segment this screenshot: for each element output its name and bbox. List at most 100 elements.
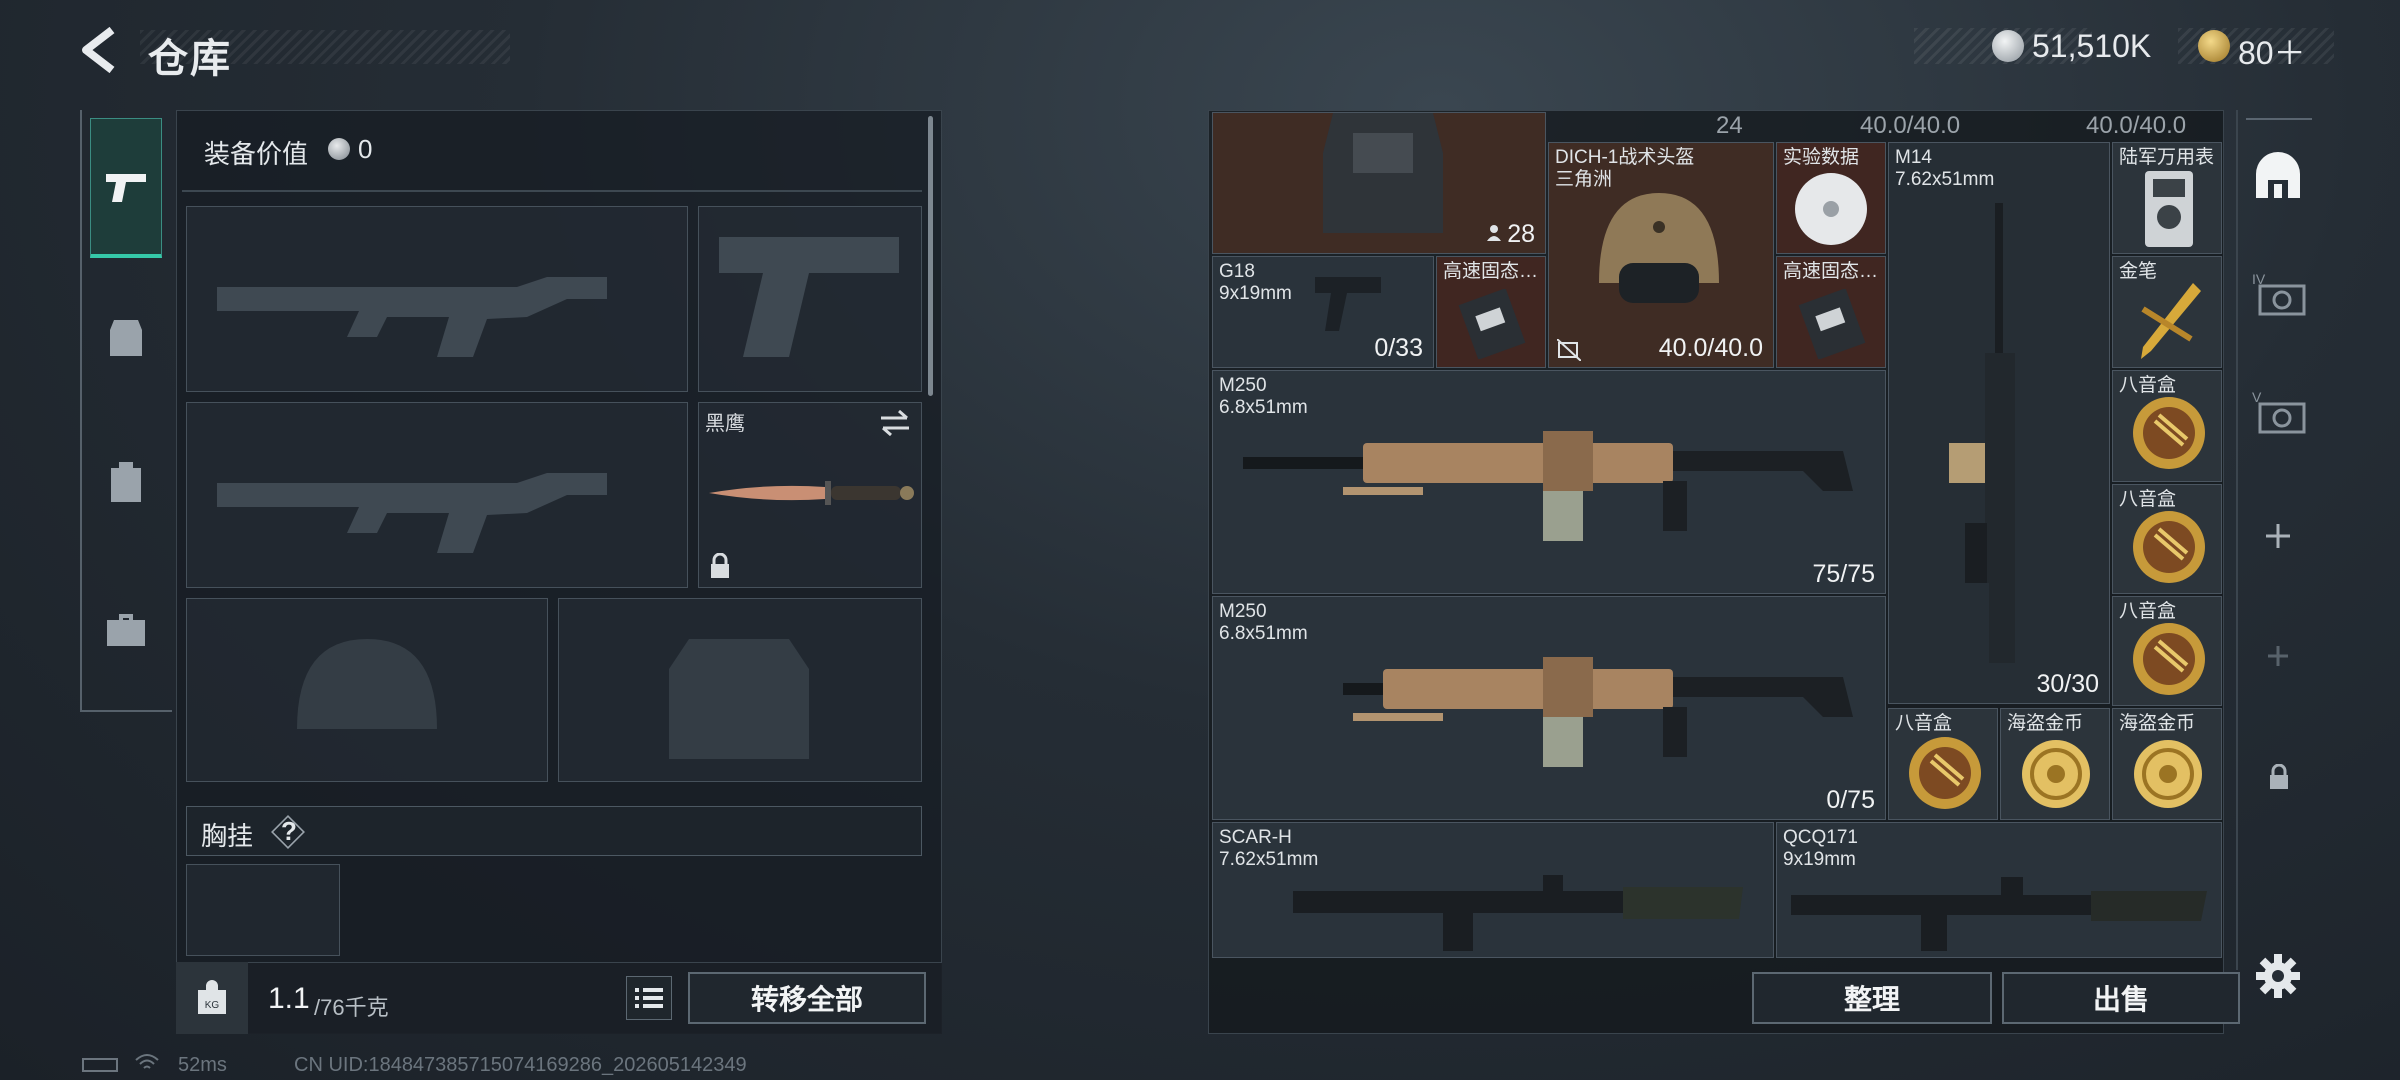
vest-silhouette-icon bbox=[669, 639, 809, 759]
settings-button[interactable] bbox=[2256, 954, 2300, 998]
item-name: 高速固态… bbox=[1783, 261, 1879, 282]
stash-item-golden-pen[interactable]: 金笔 bbox=[2112, 256, 2222, 368]
disc-icon bbox=[1795, 173, 1867, 245]
melee-slot[interactable]: 黑鹰 bbox=[698, 402, 922, 588]
svg-text:KG: KG bbox=[205, 1000, 220, 1011]
primary-weapon-slot-2[interactable] bbox=[186, 402, 688, 588]
help-icon[interactable]: ? bbox=[281, 816, 297, 847]
ping-text: 52ms bbox=[178, 1054, 227, 1076]
chest-rig-slot[interactable] bbox=[186, 864, 340, 956]
safe-icon bbox=[2256, 152, 2300, 198]
pen-icon bbox=[2141, 283, 2201, 359]
battery-icon bbox=[82, 1058, 118, 1072]
scar-rifle-icon bbox=[1293, 875, 1743, 951]
helmet-icon bbox=[1599, 193, 1719, 303]
m250-gun-icon bbox=[1243, 431, 1853, 541]
uid-text: CN UID:184847385715074169286_20260514234… bbox=[294, 1054, 747, 1076]
vest-icon bbox=[1323, 113, 1443, 233]
item-name: M14 7.62x51mm bbox=[1895, 147, 1995, 190]
stash-item-ssd-2[interactable]: 高速固态… bbox=[1776, 256, 1886, 368]
m14-rifle-icon bbox=[1949, 203, 2015, 663]
durability-top-2: 40.0/40.0 bbox=[2086, 112, 2187, 139]
person-icon bbox=[1487, 225, 1501, 241]
music-box-icon bbox=[2133, 511, 2205, 583]
item-name: G18 9x19mm bbox=[1219, 261, 1292, 304]
silver-coin-icon bbox=[1992, 30, 2024, 62]
stash-item-scar-h[interactable]: SCAR-H 7.62x51mm bbox=[1212, 822, 1774, 958]
page-title: 仓库 bbox=[148, 37, 232, 81]
weight-max: /76千克 bbox=[314, 995, 389, 1020]
primary-weapon-slot-1[interactable] bbox=[186, 206, 688, 392]
item-name: 海盗金币 bbox=[2007, 713, 2084, 734]
sidearm-slot[interactable] bbox=[698, 206, 922, 392]
back-button[interactable] bbox=[78, 26, 120, 74]
swap-icon[interactable] bbox=[877, 409, 913, 437]
melee-name: 黑鹰 bbox=[705, 413, 745, 435]
g18-pistol-icon bbox=[1315, 277, 1381, 331]
stash-item-music-box-2[interactable]: 八音盒 bbox=[2112, 484, 2222, 594]
stash-item-music-box-3[interactable]: 八音盒 bbox=[2112, 596, 2222, 706]
lock-icon bbox=[2270, 763, 2288, 789]
currency1-amount: 51,510K bbox=[2032, 28, 2152, 64]
chest-rig-header: 胸挂 ? bbox=[186, 806, 922, 856]
stash-item-ssd-1[interactable]: 高速固态… bbox=[1436, 256, 1546, 368]
armor-slot[interactable] bbox=[558, 598, 922, 782]
music-box-icon bbox=[2133, 397, 2205, 469]
tab-stash-4[interactable]: IV bbox=[2252, 270, 2308, 322]
ssd-icon bbox=[1458, 289, 1526, 359]
gold-coin-icon bbox=[2198, 30, 2230, 62]
sell-button[interactable]: 出售 bbox=[2002, 972, 2240, 1024]
item-name: 八音盒 bbox=[1895, 713, 1953, 734]
add-tab-button[interactable] bbox=[2264, 522, 2292, 550]
weight-current: 1.1 bbox=[268, 982, 310, 1015]
tab-stash-5[interactable]: V bbox=[2252, 388, 2308, 440]
stash-item-qcq171[interactable]: QCQ171 9x19mm bbox=[1776, 822, 2222, 958]
sort-button[interactable]: 整理 bbox=[1752, 972, 1992, 1024]
ammo-count: 0/33 bbox=[1374, 334, 1423, 362]
gold-coin-icon bbox=[2022, 740, 2090, 808]
case-v-icon: V bbox=[2252, 389, 2306, 434]
item-name: QCQ171 9x19mm bbox=[1783, 827, 1858, 870]
stash-item-pirate-coin-1[interactable]: 海盗金币 bbox=[2000, 708, 2110, 820]
item-count: 28 bbox=[1507, 220, 1535, 248]
item-name: 海盗金币 bbox=[2119, 713, 2196, 734]
stash-item-m250-1[interactable]: M250 6.8x51mm 75/75 bbox=[1212, 370, 1886, 594]
wifi-icon bbox=[135, 1054, 159, 1069]
stash-item-helmet[interactable]: DICH-1战术头盔 三角洲 40.0/40.0 bbox=[1548, 142, 1774, 368]
tab-toolbox[interactable] bbox=[100, 604, 152, 656]
ammo-count: 75/75 bbox=[1812, 560, 1875, 588]
stash-item-music-box-4[interactable]: 八音盒 bbox=[1888, 708, 1998, 820]
locked-tab bbox=[2268, 763, 2290, 790]
list-view-button[interactable] bbox=[626, 976, 672, 1020]
tab-backpack[interactable] bbox=[100, 456, 152, 508]
equip-value-label: 装备价值 bbox=[204, 139, 309, 169]
tab-armor[interactable] bbox=[100, 312, 152, 364]
plus-icon bbox=[2266, 524, 2290, 548]
no-gear-icon bbox=[1557, 339, 1581, 361]
stash-item-multimeter[interactable]: 陆军万用表 bbox=[2112, 142, 2222, 254]
stash-item-pirate-coin-2[interactable]: 海盗金币 bbox=[2112, 708, 2222, 820]
stash-item-vest[interactable]: 28 bbox=[1212, 112, 1546, 254]
divider bbox=[182, 190, 922, 192]
transfer-all-button[interactable]: 转移全部 bbox=[688, 972, 926, 1024]
ammo-count: 0/75 bbox=[1826, 786, 1875, 814]
stash-item-music-box-1[interactable]: 八音盒 bbox=[2112, 370, 2222, 482]
loadout-scrollbar[interactable] bbox=[928, 116, 933, 396]
item-name: SCAR-H 7.62x51mm bbox=[1219, 827, 1319, 870]
armor-icon bbox=[110, 320, 142, 356]
item-name: 实验数据 bbox=[1783, 147, 1860, 168]
stash-item-m14[interactable]: M14 7.62x51mm 30/30 bbox=[1888, 142, 2110, 704]
backpack-icon bbox=[111, 462, 141, 502]
stash-item-m250-2[interactable]: M250 6.8x51mm 0/75 bbox=[1212, 596, 1886, 820]
tab-stash-main[interactable] bbox=[2252, 150, 2304, 202]
durability: 40.0/40.0 bbox=[1658, 334, 1763, 362]
plus-icon bbox=[2268, 646, 2288, 666]
stash-item-experiment-data[interactable]: 实验数据 bbox=[1776, 142, 1886, 254]
helmet-slot[interactable] bbox=[186, 598, 548, 782]
currency2-amount[interactable]: 80＋ bbox=[2238, 28, 2306, 74]
rifle-silhouette-icon bbox=[217, 473, 607, 553]
stash-item-g18[interactable]: G18 9x19mm 0/33 bbox=[1212, 256, 1434, 368]
pistol-silhouette-icon bbox=[719, 237, 899, 357]
m250-gun-icon bbox=[1343, 657, 1853, 767]
lock-icon bbox=[711, 553, 729, 578]
